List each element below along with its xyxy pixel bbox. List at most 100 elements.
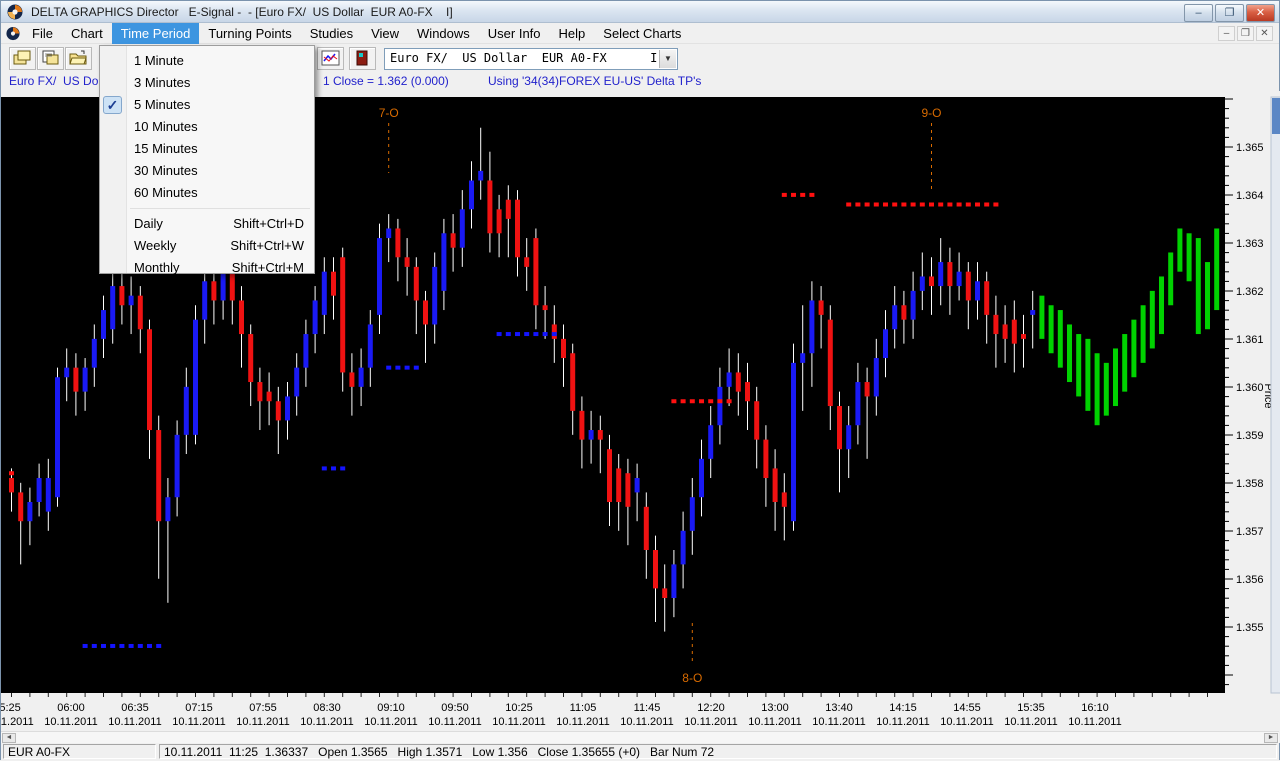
menu-item-15-minutes[interactable]: 15 Minutes [100,138,314,160]
menu-item-daily[interactable]: DailyShift+Ctrl+D [100,213,314,235]
restore-button[interactable]: ❐ [1215,4,1244,22]
vertical-scrollbar[interactable] [1271,97,1280,693]
candle-body [156,430,161,521]
time-tick-label: 11:05 [570,702,597,714]
tp-dot [524,332,529,336]
menu-item-shortcut: Shift+Ctrl+M [232,257,304,279]
candle-body [736,372,741,391]
candle-body [846,425,851,449]
candle-body [64,368,69,378]
tp-dot [110,644,115,648]
candle-body [570,353,575,411]
candle-body [377,238,382,315]
menu-item-monthly[interactable]: MonthlyShift+Ctrl+M [100,257,314,279]
projection-bar [1196,238,1201,334]
menu-item-label: 5 Minutes [134,94,190,116]
tp-dot [506,332,511,336]
scroll-left-arrow-icon[interactable]: ◄ [2,733,16,743]
symbol-combo-value: Euro FX/ US Dollar EUR A0-FX I [390,51,657,65]
menu-item-3-minutes[interactable]: 3 Minutes [100,72,314,94]
menubar-item-select-charts[interactable]: Select Charts [594,23,690,44]
menubar-item-time-period[interactable]: Time Period [112,23,200,44]
time-tick-date: 10.11.2011 [428,716,481,728]
price-tick-label: 1.365 [1236,142,1264,154]
title-bar[interactable]: DELTA GRAPHICS Director E-Signal - - [Eu… [1,1,1279,23]
menu-bar: FileChartTime PeriodTurning PointsStudie… [1,23,1279,44]
chart-style-button[interactable] [317,47,344,70]
menubar-item-user-info[interactable]: User Info [479,23,550,44]
menu-item-label: 3 Minutes [134,72,190,94]
exit-button[interactable] [349,47,376,70]
tp-dot [671,399,676,403]
projection-bar [1150,291,1155,349]
menu-item-shortcut: Shift+Ctrl+W [230,235,304,257]
candle-body [469,180,474,209]
tp-dot [809,193,814,197]
combo-dropdown-arrow-icon[interactable]: ▼ [659,50,676,68]
menu-item-weekly[interactable]: WeeklyShift+Ctrl+W [100,235,314,257]
menu-item-30-minutes[interactable]: 30 Minutes [100,160,314,182]
candle-body [331,272,336,296]
candle-body [119,286,124,305]
menubar-item-help[interactable]: Help [550,23,595,44]
child-close-button[interactable]: ✕ [1256,26,1273,41]
menubar-item-windows[interactable]: Windows [408,23,479,44]
open-folder-icon [69,50,88,66]
candle-body [929,276,934,286]
child-restore-button[interactable]: ❐ [1237,26,1254,41]
tp-dot [405,366,410,370]
projection-bar [1049,305,1054,353]
candle-body [644,507,649,550]
candle-body [947,262,952,286]
price-tick-label: 1.363 [1236,238,1264,250]
time-tick-label: 14:15 [889,702,917,714]
minimize-button[interactable]: – [1184,4,1213,22]
projection-bar [1159,276,1164,334]
candle-body [92,339,97,368]
candle-body [809,300,814,353]
menu-item-60-minutes[interactable]: 60 Minutes [100,182,314,204]
menubar-item-studies[interactable]: Studies [301,23,362,44]
child-minimize-button[interactable]: – [1218,26,1235,41]
symbol-combo[interactable]: Euro FX/ US Dollar EUR A0-FX I ▼ [384,48,678,70]
candle-body [423,300,428,324]
tp-dot [497,332,502,336]
copy-chart-button[interactable] [9,47,36,70]
candle-body [478,171,483,181]
time-tick-date: 10.11.2011 [300,716,353,728]
projection-bar [1039,296,1044,339]
menu-item-5-minutes[interactable]: ✓5 Minutes [100,94,314,116]
tp-dot [156,644,161,648]
price-tick-label: 1.364 [1236,190,1264,202]
candle-body [543,305,548,310]
candle-body [653,550,658,588]
candle-body [129,296,134,306]
menubar-item-view[interactable]: View [362,23,408,44]
projection-bar [1104,363,1109,416]
time-tick-label: 07:55 [249,702,277,714]
price-tick-label: 1.356 [1236,574,1264,586]
horizontal-scrollbar[interactable]: ◄ ► [1,731,1279,743]
time-tick-date: 10.11.2011 [236,716,289,728]
menubar-item-turning-points[interactable]: Turning Points [199,23,300,44]
print-chart-button[interactable] [37,47,64,70]
menu-item-10-minutes[interactable]: 10 Minutes [100,116,314,138]
open-chart-button[interactable] [65,47,92,70]
child-window-icon[interactable] [5,26,21,41]
tp-dot [947,202,952,206]
candle-body [699,459,704,497]
tp-dot [138,644,143,648]
tp-dot [92,644,97,648]
menubar-item-file[interactable]: File [23,23,62,44]
candle-body [340,257,345,372]
candle-body [782,492,787,506]
close-button[interactable]: ✕ [1246,4,1275,22]
projection-bar [1113,348,1118,406]
menu-item-1-minute[interactable]: 1 Minute [100,50,314,72]
candle-body [303,334,308,368]
candle-body [671,564,676,598]
time-tick-label: 12:20 [697,702,725,714]
menubar-item-chart[interactable]: Chart [62,23,112,44]
scroll-right-arrow-icon[interactable]: ► [1264,733,1278,743]
status-bar-details: 10.11.2011 11:25 1.36337 Open 1.3565 Hig… [159,744,1277,759]
